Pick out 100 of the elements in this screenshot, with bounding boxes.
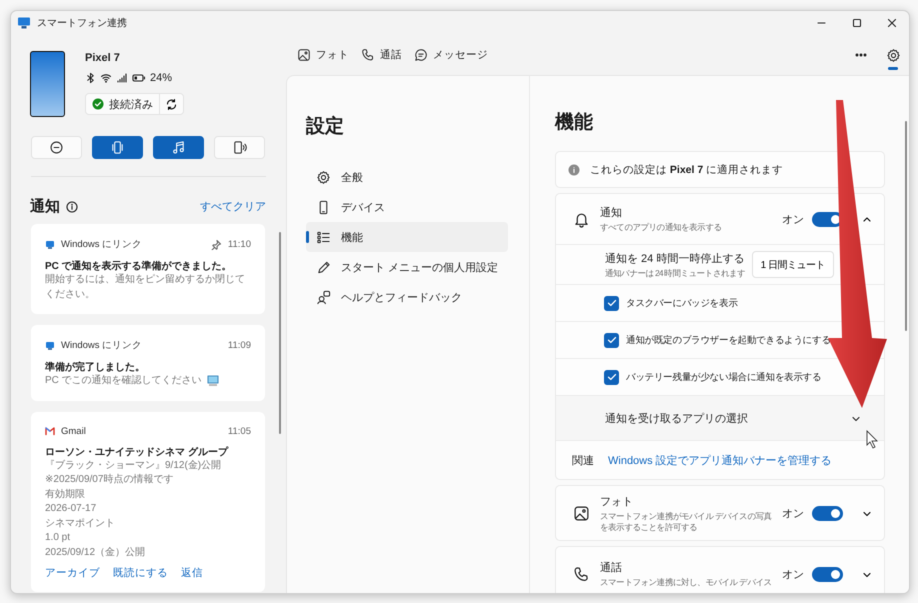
settings-nav-item[interactable]: 機能 <box>306 222 508 252</box>
refresh-icon <box>165 98 178 110</box>
app-name: Windows にリンク <box>61 238 142 251</box>
setting-title: 通知 <box>600 206 623 220</box>
setting-title: 通知を 24 時間一時停止する <box>605 252 746 266</box>
notification-title: 準備が完了しました。 <box>45 360 146 374</box>
checkbox[interactable] <box>604 296 619 310</box>
app-name: Gmail <box>61 426 86 436</box>
toggle-state-label: オン <box>782 212 804 226</box>
features-heading: 機能 <box>555 111 594 135</box>
wifi-icon <box>100 72 112 84</box>
clear-all-link[interactable]: すべてクリア <box>200 199 266 214</box>
app-name: Windows にリンク <box>61 339 142 352</box>
notification-title: PC で通知を表示する準備ができました。 <box>45 260 233 273</box>
setting-title: 通話 <box>600 560 623 575</box>
bluetooth-icon <box>85 72 96 84</box>
gear-icon <box>316 170 331 184</box>
chevron-up-icon <box>862 214 872 224</box>
maximize-icon <box>852 18 862 28</box>
dnd-toggle-button[interactable] <box>31 136 82 159</box>
call-tab[interactable]: 通話 <box>357 41 410 69</box>
info-icon <box>66 200 78 212</box>
expand-button[interactable] <box>862 214 872 224</box>
info-text: これらの設定は Pixel 7 に適用されます <box>590 162 784 176</box>
app-logo-icon <box>45 240 55 250</box>
notification-card[interactable]: Gmail 11:05 ローソン・ユナイテッドシネマ グループ 『ブラック・ショーマン』9/12(金)公開 ※2025/09/07時点の情報です 有効期限 2026-07-17 シネマポイント 1.0 pt 2025/09/12（金）公開 アーカイブ 既読にする 返信 <box>31 412 265 592</box>
phone-image <box>30 51 65 117</box>
app-logo-icon <box>45 340 55 350</box>
toggle-switch[interactable] <box>812 506 843 520</box>
vibrate-toggle-button[interactable] <box>92 136 143 159</box>
notification-body: 開始するには、通知をピン留めするか閉じてください。 <box>45 273 246 302</box>
mouse-cursor-icon <box>866 430 878 449</box>
notification-body: PC でこの通知を確認してください <box>45 374 202 388</box>
checkbox-label: タスクバーにバッジを表示 <box>626 296 738 310</box>
notification-action-link[interactable]: アーカイブ <box>45 566 100 580</box>
people-icon <box>316 290 331 304</box>
notification-body: 有効期限 <box>45 488 85 502</box>
setting-title: フォト <box>600 494 634 508</box>
gear-icon <box>886 48 900 62</box>
toggle-state-label: オン <box>782 568 804 582</box>
more-icon <box>855 51 867 59</box>
message-tab[interactable]: メッセージ <box>410 41 496 69</box>
setting-description: 通知バナーは 24 時間ミュートされます <box>605 268 746 278</box>
mute-button[interactable]: 1 日間ミュート <box>752 251 834 278</box>
checkbox[interactable] <box>604 332 619 348</box>
app-logo-icon <box>17 16 31 30</box>
settings-nav-item[interactable]: デバイス <box>306 192 508 222</box>
settings-heading: 設定 <box>306 114 345 139</box>
setting-description: スマートフォン連携がモバイル デバイスの写真を表示することを許可する <box>600 510 773 532</box>
notification-body: ※2025/09/07時点の情報です <box>45 473 174 487</box>
checkbox[interactable] <box>604 370 619 384</box>
notification-settings-link[interactable]: Windows 設定でアプリ通知バナーを管理する <box>608 452 832 468</box>
related-label: 関連 <box>572 454 594 468</box>
signal-icon <box>116 72 128 84</box>
notification-action-link[interactable]: 既読にする <box>113 566 168 580</box>
list-icon <box>316 230 331 244</box>
notification-title: ローソン・ユナイテッドシネマ グループ <box>45 445 230 458</box>
bell-icon <box>573 210 590 228</box>
app-select-row[interactable]: 通知を受け取るアプリの選択 <box>556 395 884 440</box>
chat-bubble-icon <box>414 48 428 62</box>
notifications-heading: 通知 <box>30 197 60 216</box>
toggle-state-label: オン <box>782 506 804 520</box>
pencil-icon <box>316 260 331 274</box>
notification-body: 2026-07-17 <box>45 502 96 516</box>
window-title: スマートフォン連携 <box>37 16 128 30</box>
notification-time: 11:10 <box>228 239 251 250</box>
check-circle-icon <box>92 98 104 110</box>
notification-body: シネマポイント <box>45 516 115 530</box>
notification-card[interactable]: Windows にリンク 11:10 PC で通知を表示する準備ができました。 開始するには、通知をピン留めするか閉じてください。 <box>31 224 265 314</box>
close-icon <box>886 18 896 28</box>
media-toggle-button[interactable] <box>153 136 204 159</box>
notification-card[interactable]: Windows にリンク 11:09 準備が完了しました。 PC でこの通知を確認してください <box>31 325 265 400</box>
settings-nav-item[interactable]: スタート メニューの個人用設定 <box>306 252 508 282</box>
photo-tab[interactable]: フォト <box>293 41 357 69</box>
toggle-switch[interactable] <box>812 566 843 582</box>
check-icon <box>606 335 616 345</box>
notification-body: 2025/09/12（金）公開 <box>45 546 146 560</box>
check-icon <box>606 298 616 308</box>
image-icon <box>573 504 590 522</box>
device-name: Pixel 7 <box>85 52 121 64</box>
scrollbar-thumb[interactable] <box>279 232 281 434</box>
phone-handset-icon <box>573 566 590 582</box>
minus-circle-icon <box>49 140 64 155</box>
mail-logo-icon <box>45 426 55 436</box>
phone-handset-icon <box>361 48 375 62</box>
image-icon <box>297 48 311 62</box>
battery-level: 24% <box>150 72 172 84</box>
scrollbar-thumb[interactable] <box>905 121 907 331</box>
checkbox-label: バッテリー残量が少ない場合に通知を表示する <box>626 370 822 384</box>
notification-time: 11:05 <box>228 426 251 436</box>
settings-nav-item[interactable]: ヘルプとフィードバック <box>306 282 508 312</box>
settings-nav-item[interactable]: 全般 <box>306 162 508 192</box>
battery-icon <box>132 72 146 84</box>
checkbox-label: 通知が既定のブラウザーを起動できるようにする <box>626 334 831 346</box>
setting-description: すべてのアプリの通知を表示する <box>600 222 723 233</box>
setting-description: スマートフォン連携に対し、モバイル デバイス <box>600 577 773 588</box>
notification-body: 『ブラック・ショーマン』9/12(金)公開 <box>45 458 222 472</box>
notification-action-link[interactable]: 返信 <box>181 566 203 580</box>
info-icon <box>568 164 580 176</box>
audio-toggle-button[interactable] <box>214 136 265 159</box>
